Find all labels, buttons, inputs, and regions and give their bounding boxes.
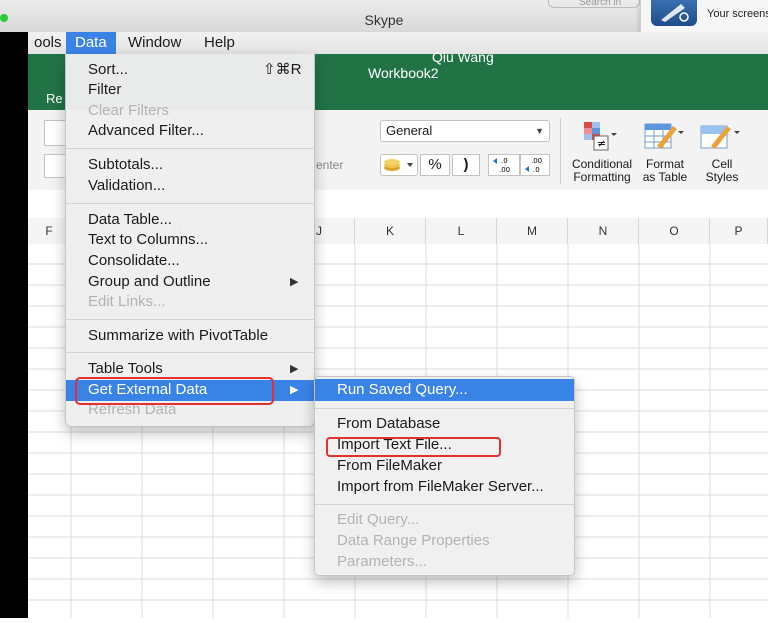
menu-item-summarize-pivot[interactable]: Summarize with PivotTable xyxy=(88,326,268,346)
cs-label-2: Styles xyxy=(705,170,739,184)
submenu-arrow-icon: ▶ xyxy=(290,276,299,288)
percent-button[interactable]: % xyxy=(420,154,450,176)
coins-icon xyxy=(384,159,413,171)
menu-tools[interactable]: ools xyxy=(26,32,70,54)
conditional-formatting-button[interactable]: Conditional Formatting xyxy=(566,158,638,184)
submenu-item-parameters: Parameters... xyxy=(337,553,428,570)
submenu-item-from-filemaker[interactable]: From FileMaker xyxy=(337,456,442,476)
merge-center-button[interactable]: enter xyxy=(316,158,343,172)
external-data-submenu: Run Saved Query... From Database Import … xyxy=(314,376,575,576)
tab-review[interactable]: Re xyxy=(46,91,63,106)
submenu-separator xyxy=(315,408,574,409)
search-input[interactable]: Search in xyxy=(548,0,640,8)
submenu-item-run-saved-query[interactable]: Run Saved Query... xyxy=(337,380,468,400)
menu-item-consolidate[interactable]: Consolidate... xyxy=(88,251,180,271)
menu-data[interactable]: Data xyxy=(66,32,116,54)
svg-text:.0: .0 xyxy=(533,166,540,174)
currency-button[interactable] xyxy=(380,154,418,176)
data-menu: Sort... ⇧⌘R Filter Clear Filters Advance… xyxy=(65,54,315,427)
menu-item-clear-filters: Clear Filters xyxy=(88,102,169,119)
user-name: Qiu Wang xyxy=(432,49,494,65)
menu-separator xyxy=(66,352,314,353)
menu-item-sort[interactable]: Sort... xyxy=(88,60,128,80)
decrease-decimal-icon: .00.0 xyxy=(525,157,542,174)
svg-text:.00: .00 xyxy=(531,157,542,165)
menu-bar: ools Data Window Help xyxy=(28,32,768,55)
increase-decimal-button[interactable]: .0.00 xyxy=(488,154,520,176)
submenu-arrow-icon: ▶ xyxy=(290,363,299,375)
ribbon-separator xyxy=(560,118,561,184)
submenu-item-edit-query: Edit Query... xyxy=(337,511,420,528)
column-header-p[interactable]: P xyxy=(710,218,768,244)
screenshot-app-icon xyxy=(651,0,697,26)
cf-label-2: Formatting xyxy=(573,170,631,184)
menu-item-edit-links: Edit Links... xyxy=(88,293,166,310)
menu-item-validation[interactable]: Validation... xyxy=(88,176,165,196)
column-header-l[interactable]: L xyxy=(426,218,497,244)
number-format-value: General xyxy=(386,123,433,138)
menu-separator xyxy=(66,203,314,204)
svg-text:.0: .0 xyxy=(501,157,508,165)
left-black-strip xyxy=(0,32,28,618)
chevron-down-icon: ▼ xyxy=(535,126,544,136)
menu-item-filter[interactable]: Filter xyxy=(88,80,121,100)
annotation-highlight-import-text-file xyxy=(326,437,501,457)
menu-item-advanced-filter[interactable]: Advanced Filter... xyxy=(88,121,204,141)
menu-item-data-table[interactable]: Data Table... xyxy=(88,210,172,230)
menu-item-group-outline[interactable]: Group and Outline xyxy=(88,272,211,292)
notification-text: Your screensh xyxy=(707,8,768,20)
submenu-separator xyxy=(315,504,574,505)
cell-styles-icon[interactable] xyxy=(699,120,740,150)
number-format-select[interactable]: General ▼ xyxy=(380,120,550,142)
menu-item-subtotals[interactable]: Subtotals... xyxy=(88,155,163,175)
column-header-n[interactable]: N xyxy=(568,218,639,244)
svg-text:.00: .00 xyxy=(499,166,510,174)
workbook-title: Workbook2 xyxy=(368,65,439,81)
cell-styles-button[interactable]: Cell Styles xyxy=(696,158,748,184)
fat-label-2: as Table xyxy=(642,170,688,184)
svg-text:≠: ≠ xyxy=(597,137,606,150)
decrease-decimal-button[interactable]: .00.0 xyxy=(520,154,550,176)
submenu-arrow-icon: ▶ xyxy=(290,384,299,396)
format-as-table-icon[interactable] xyxy=(643,120,684,150)
menu-help[interactable]: Help xyxy=(196,32,243,54)
format-as-table-button[interactable]: Format as Table xyxy=(636,158,694,184)
comma-style-button[interactable]: ) xyxy=(452,154,480,176)
submenu-item-from-database[interactable]: From Database xyxy=(337,414,440,434)
column-header-k[interactable]: K xyxy=(355,218,426,244)
submenu-item-data-range-properties: Data Range Properties xyxy=(337,532,490,549)
menu-separator xyxy=(66,148,314,149)
toolbar-ghost xyxy=(14,0,194,8)
submenu-item-import-filemaker-server[interactable]: Import from FileMaker Server... xyxy=(337,477,544,497)
column-header-m[interactable]: M xyxy=(497,218,568,244)
menu-item-table-tools[interactable]: Table Tools xyxy=(88,359,163,379)
menu-item-text-to-columns[interactable]: Text to Columns... xyxy=(88,230,208,250)
conditional-formatting-icon[interactable]: ≠ xyxy=(582,120,617,151)
column-header-o[interactable]: O xyxy=(639,218,710,244)
annotation-highlight-get-external-data xyxy=(75,377,274,405)
menu-window[interactable]: Window xyxy=(120,32,189,54)
sort-shortcut: ⇧⌘R xyxy=(263,61,302,78)
increase-decimal-icon: .0.00 xyxy=(493,157,510,174)
menu-separator xyxy=(66,319,314,320)
